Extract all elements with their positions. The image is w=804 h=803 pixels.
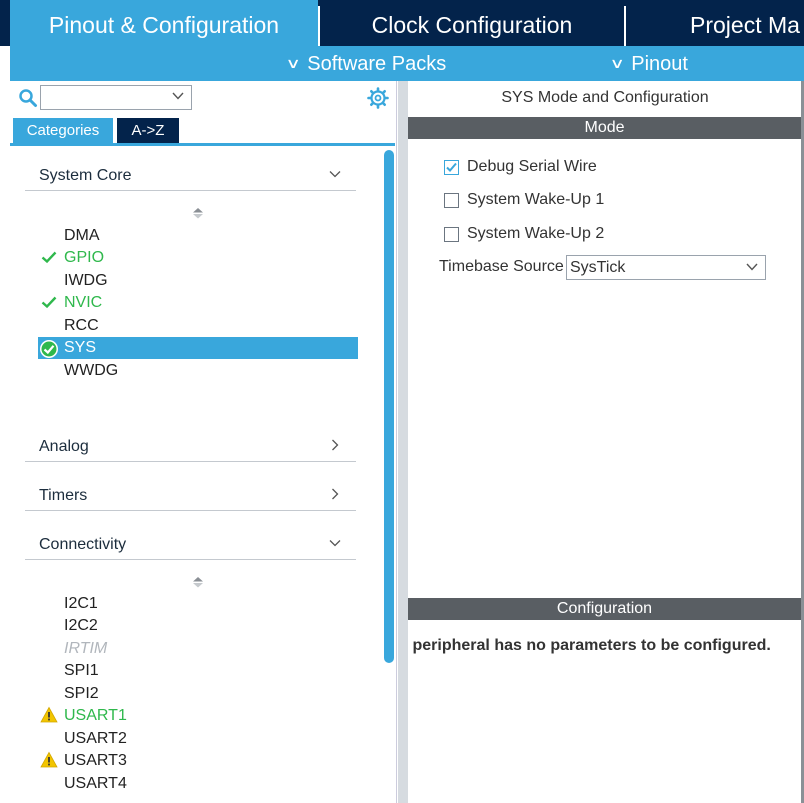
sort-icon[interactable] (192, 575, 204, 589)
timebase-source-select[interactable]: SysTick (566, 255, 766, 280)
category-tree: System Core DMA GPIO IWDG NVIC RCC SYS W… (10, 143, 395, 803)
search-icon[interactable] (18, 88, 38, 108)
checkbox[interactable] (444, 227, 459, 242)
tab-pinout-configuration[interactable]: Pinout & Configuration (10, 0, 318, 46)
list-item-iwdg[interactable]: IWDG (64, 270, 108, 292)
sys-configuration-panel: SYS Mode and Configuration Mode Debug Se… (408, 81, 801, 803)
list-item-usart3[interactable]: USART3 (64, 750, 127, 772)
chevron-down-icon: ∨ (609, 55, 625, 71)
top-tab-bar: Pinout & Configuration Clock Configurati… (0, 0, 804, 46)
list-item-rcc[interactable]: RCC (64, 315, 99, 337)
pinout-label: Pinout (631, 53, 688, 75)
sub-menu-bar: ∨ Software Packs ∨ Pinout (10, 46, 804, 81)
list-item-usart2[interactable]: USART2 (64, 728, 127, 750)
list-item-sys[interactable]: SYS (64, 337, 96, 359)
list-item-irtim: IRTIM (64, 640, 108, 657)
sort-icon[interactable] (192, 206, 204, 220)
category-label: Timers (39, 487, 88, 504)
tab-categories[interactable]: Categories (13, 118, 113, 143)
check-icon (41, 296, 57, 309)
pinout-menu[interactable]: ∨ Pinout (609, 46, 688, 81)
list-item-spi2[interactable]: SPI2 (64, 683, 99, 705)
gear-icon[interactable] (367, 87, 389, 109)
check-icon (41, 251, 57, 264)
mode-section: Debug Serial Wire System Wake-Up 1 Syste… (408, 138, 801, 588)
list-item-usart1[interactable]: USART1 (64, 705, 127, 727)
checkbox[interactable] (444, 160, 459, 175)
timebase-source-value: SysTick (570, 259, 626, 276)
category-system-core[interactable]: System Core (25, 161, 356, 191)
list-item-nvic[interactable]: NVIC (64, 292, 102, 314)
configuration-header: Configuration (408, 598, 801, 620)
panel-title: SYS Mode and Configuration (501, 89, 709, 106)
option-label: System Wake-Up 2 (467, 225, 605, 242)
software-packs-label: Software Packs (307, 53, 447, 75)
chevron-down-icon: ∨ (285, 55, 301, 71)
option-label: Debug Serial Wire (467, 158, 597, 175)
list-item-usart4[interactable]: USART4 (64, 773, 127, 795)
category-analog[interactable]: Analog (25, 432, 356, 462)
warning-icon (40, 751, 58, 768)
category-label: System Core (39, 167, 132, 184)
warning-icon (40, 706, 58, 723)
tab-clock-configuration[interactable]: Clock Configuration (320, 0, 624, 46)
panel-splitter[interactable] (398, 81, 408, 803)
category-label: Connectivity (39, 536, 127, 553)
tab-project-manager[interactable]: Project Ma (626, 0, 804, 46)
chevron-right-icon[interactable] (328, 487, 342, 501)
list-item-i2c2[interactable]: I2C2 (64, 615, 98, 637)
search-input[interactable] (40, 85, 192, 110)
mode-header: Mode (408, 117, 801, 139)
option-label: System Wake-Up 1 (467, 191, 605, 208)
category-timers[interactable]: Timers (25, 481, 356, 511)
chevron-right-icon[interactable] (328, 438, 342, 452)
list-item-dma[interactable]: DMA (64, 225, 100, 247)
chevron-down-icon[interactable] (328, 167, 342, 181)
chevron-down-icon[interactable] (328, 536, 342, 550)
check-circle-icon (40, 340, 58, 358)
category-label: Analog (39, 438, 89, 455)
check-icon (446, 162, 457, 172)
list-item-gpio[interactable]: GPIO (64, 247, 104, 269)
timebase-source-label: Timebase Source (439, 258, 564, 275)
chevron-down-icon[interactable] (171, 89, 185, 103)
list-item-i2c1[interactable]: I2C1 (64, 593, 98, 615)
list-item-wwdg[interactable]: WWDG (64, 360, 118, 382)
categories-panel: Categories A->Z System Core DMA GPIO IWD… (10, 81, 397, 803)
list-item-spi1[interactable]: SPI1 (64, 660, 99, 682)
checkbox[interactable] (444, 193, 459, 208)
tab-a-z[interactable]: A->Z (117, 118, 179, 143)
category-connectivity[interactable]: Connectivity (25, 530, 356, 560)
tree-scrollbar[interactable] (384, 150, 394, 663)
no-parameters-warning: Warning: This peripheral has no paramete… (408, 637, 771, 654)
chevron-down-icon[interactable] (745, 260, 759, 274)
software-packs-menu[interactable]: ∨ Software Packs (285, 46, 447, 81)
